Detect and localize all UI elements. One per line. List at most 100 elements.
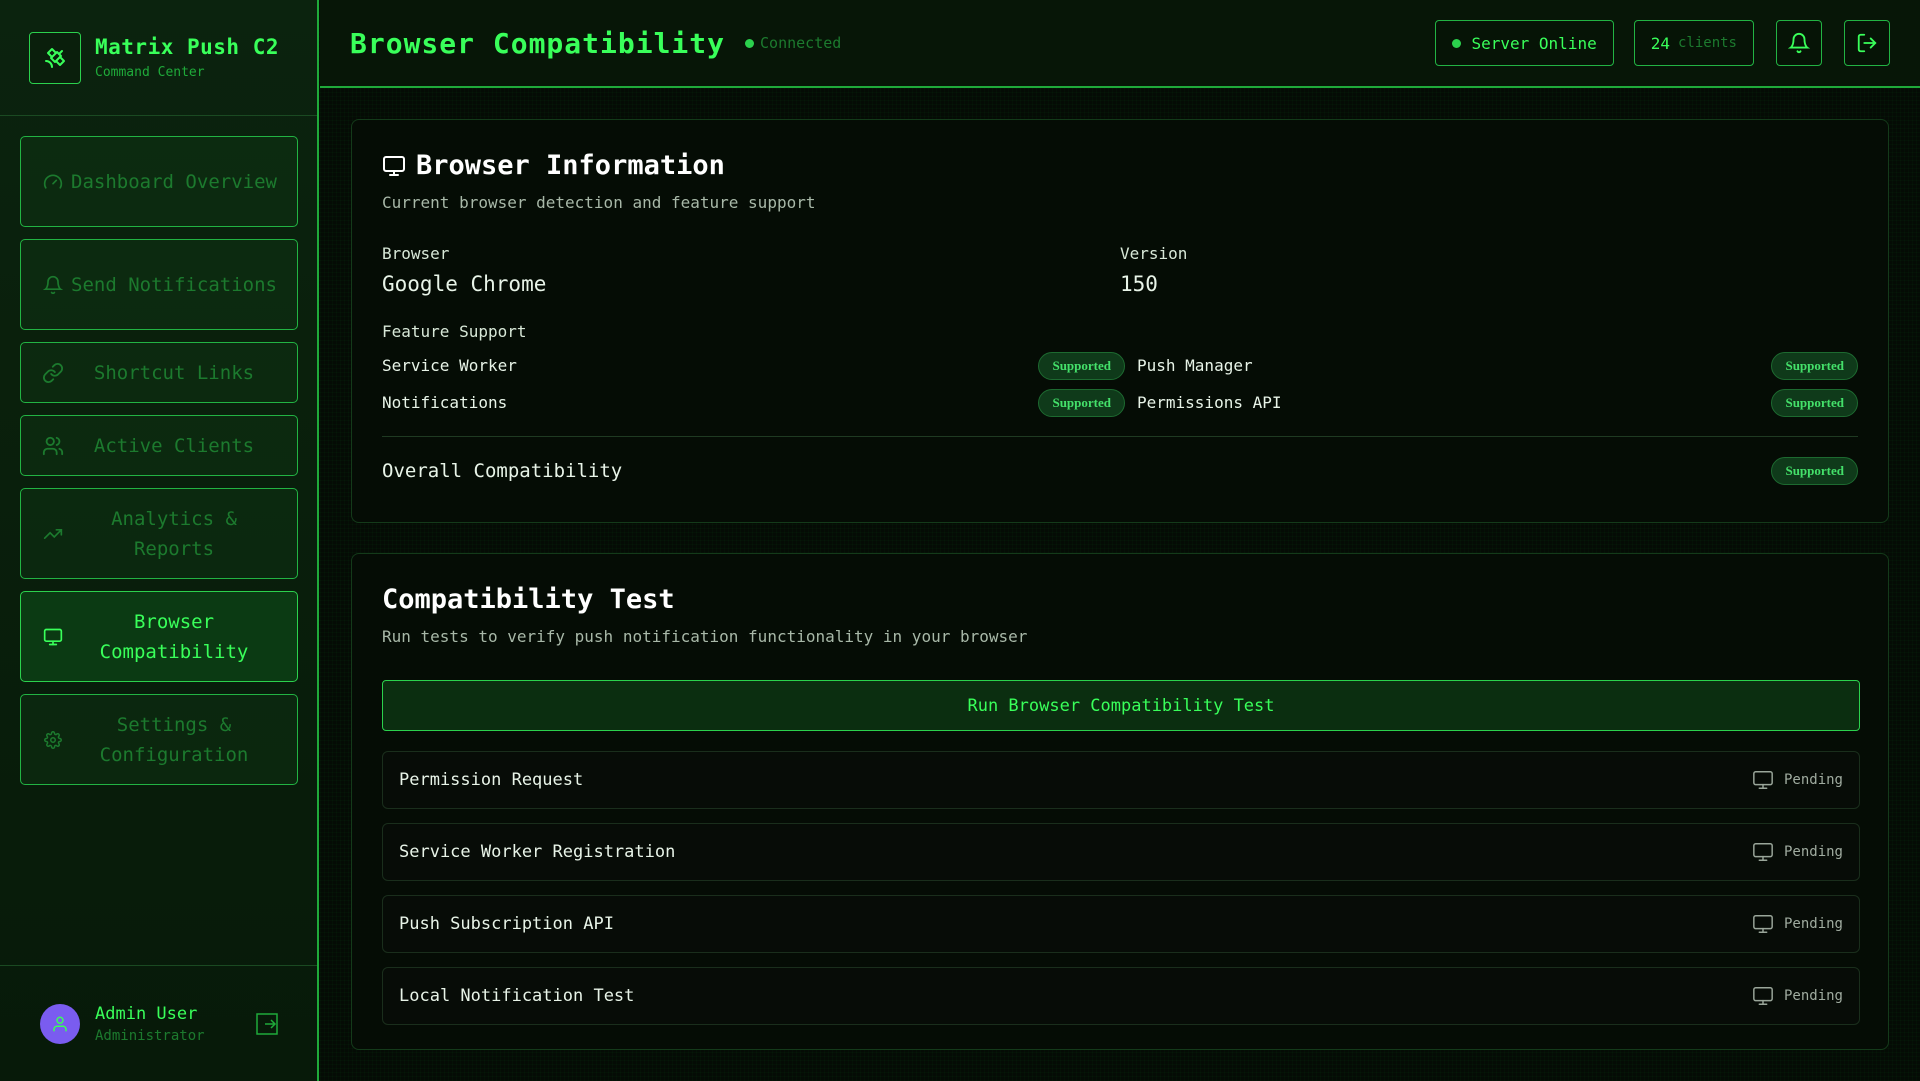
browser-information-card: Browser Information Current browser dete…: [351, 119, 1889, 523]
logout-button[interactable]: [1844, 20, 1890, 66]
monitor-icon: [1753, 843, 1773, 861]
sidebar-item-active-clients[interactable]: Active Clients: [20, 415, 298, 476]
trending-up-icon: [41, 524, 65, 544]
user-panel: Admin User Administrator: [0, 965, 317, 1081]
logout-icon: [1857, 33, 1877, 53]
server-status-badge: Server Online: [1435, 20, 1614, 66]
status-badge: Supported: [1771, 388, 1858, 417]
sidebar-item-send-notifications[interactable]: Send Notifications: [20, 239, 298, 330]
clients-label: clients: [1677, 35, 1737, 51]
feature-list: Service Worker Supported Push Manager Su…: [382, 347, 1858, 421]
gear-icon: [41, 730, 65, 749]
notifications-button[interactable]: [1776, 20, 1822, 66]
brand-subtitle: Command Center: [95, 65, 205, 80]
sidebar-item-label: Active Clients: [93, 434, 255, 457]
feature-name: Notifications: [382, 393, 508, 412]
test-row: Local Notification Test Pending: [382, 967, 1860, 1025]
monitor-icon: [41, 627, 65, 647]
test-name: Permission Request: [399, 770, 584, 790]
status-dot: [745, 38, 755, 48]
test-name: Service Worker Registration: [399, 842, 676, 862]
user-name: Admin User: [95, 1003, 198, 1024]
clients-count-badge: 24 clients: [1633, 20, 1754, 66]
compatibility-test-card: Compatibility Test Run tests to verify p…: [351, 553, 1889, 1050]
connection-status: Connected: [745, 34, 841, 52]
status-badge: Supported: [1771, 457, 1858, 485]
feature-support-label: Feature Support: [382, 322, 527, 341]
gauge-icon: [41, 172, 65, 192]
monitor-icon: [1753, 987, 1773, 1005]
bell-icon: [1788, 33, 1810, 54]
clients-count: 24: [1650, 33, 1670, 53]
page-title: Browser Compatibility: [350, 26, 726, 60]
test-name: Push Subscription API: [399, 914, 614, 934]
sidebar-item-label: Analytics & Reports: [111, 507, 237, 560]
top-header: Browser Compatibility Connected Server O…: [320, 0, 1920, 88]
compat-test-title: Compatibility Test: [382, 584, 675, 615]
users-icon: [41, 435, 65, 457]
browser-value: Google Chrome: [382, 272, 547, 296]
test-status: Pending: [1752, 841, 1843, 863]
logout-icon[interactable]: [255, 1012, 279, 1036]
sidebar-item-dashboard[interactable]: Dashboard Overview: [20, 136, 298, 227]
feature-name: Push Manager: [1137, 356, 1253, 375]
test-status: Pending: [1752, 913, 1843, 935]
status-badge: Supported: [1038, 388, 1125, 417]
feature-row: Push Manager Supported: [1125, 347, 1858, 384]
sidebar-item-label: Browser Compatibility: [99, 610, 249, 663]
card-title: Browser Information: [382, 150, 1858, 181]
sidebar-item-shortcut-links[interactable]: Shortcut Links: [20, 342, 298, 403]
feature-row: Permissions API Supported: [1125, 384, 1858, 421]
monitor-icon: [383, 155, 405, 176]
avatar[interactable]: [40, 1003, 80, 1044]
sidebar: Matrix Push C2 Command Center Dashboard …: [0, 0, 319, 1081]
browser-info-subtitle: Current browser detection and feature su…: [382, 193, 816, 212]
connection-label: Connected: [760, 34, 842, 52]
test-status-label: Pending: [1783, 772, 1843, 788]
test-status: Pending: [1752, 769, 1843, 791]
test-name: Local Notification Test: [399, 986, 635, 1006]
monitor-icon: [1753, 915, 1773, 933]
user-role: Administrator: [95, 1027, 205, 1044]
card-title: Compatibility Test: [382, 584, 1858, 615]
divider: [382, 436, 1858, 437]
run-compatibility-test-button[interactable]: Run Browser Compatibility Test: [382, 680, 1860, 731]
sidebar-item-analytics[interactable]: Analytics & Reports: [20, 488, 298, 579]
feature-name: Service Worker: [382, 356, 517, 375]
sidebar-item-browser-compatibility[interactable]: Browser Compatibility: [20, 591, 298, 682]
sidebar-nav: Dashboard Overview Send Notifications Sh…: [0, 116, 317, 785]
status-badge: Supported: [1038, 351, 1125, 380]
browser-label: Browser: [382, 244, 450, 263]
test-status-label: Pending: [1783, 916, 1843, 932]
bell-icon: [41, 275, 65, 295]
status-badge: Supported: [1771, 351, 1858, 380]
sidebar-item-label: Dashboard Overview: [71, 170, 277, 193]
overall-compatibility-row: Overall Compatibility Supported: [382, 449, 1858, 493]
test-row: Service Worker Registration Pending: [382, 823, 1860, 881]
test-status: Pending: [1752, 985, 1843, 1007]
version-value: 150: [1120, 272, 1158, 296]
sidebar-item-label: Shortcut Links: [93, 361, 255, 384]
status-dot: [1452, 38, 1462, 48]
feature-row: Service Worker Supported: [382, 347, 1125, 384]
version-field: Version 150: [1120, 244, 1858, 296]
test-row: Permission Request Pending: [382, 751, 1860, 809]
version-label: Version: [1120, 244, 1188, 263]
link-icon: [41, 362, 65, 384]
browser-info-title: Browser Information: [416, 150, 725, 181]
overall-label: Overall Compatibility: [382, 460, 623, 482]
server-status-label: Server Online: [1471, 33, 1597, 53]
user-icon: [53, 1016, 67, 1031]
monitor-icon: [1753, 771, 1773, 789]
satellite-icon[interactable]: [29, 31, 81, 84]
feature-row: Notifications Supported: [382, 384, 1125, 421]
test-row: Push Subscription API Pending: [382, 895, 1860, 953]
feature-name: Permissions API: [1137, 393, 1282, 412]
sidebar-item-settings[interactable]: Settings & Configuration: [20, 694, 298, 785]
compat-test-subtitle: Run tests to verify push notification fu…: [382, 627, 1028, 646]
brand-title: Matrix Push C2: [95, 35, 280, 59]
test-status-label: Pending: [1783, 988, 1843, 1004]
brand: Matrix Push C2 Command Center: [0, 0, 317, 116]
test-status-label: Pending: [1783, 844, 1843, 860]
test-list: Permission Request Pending Service Worke…: [382, 751, 1860, 1025]
